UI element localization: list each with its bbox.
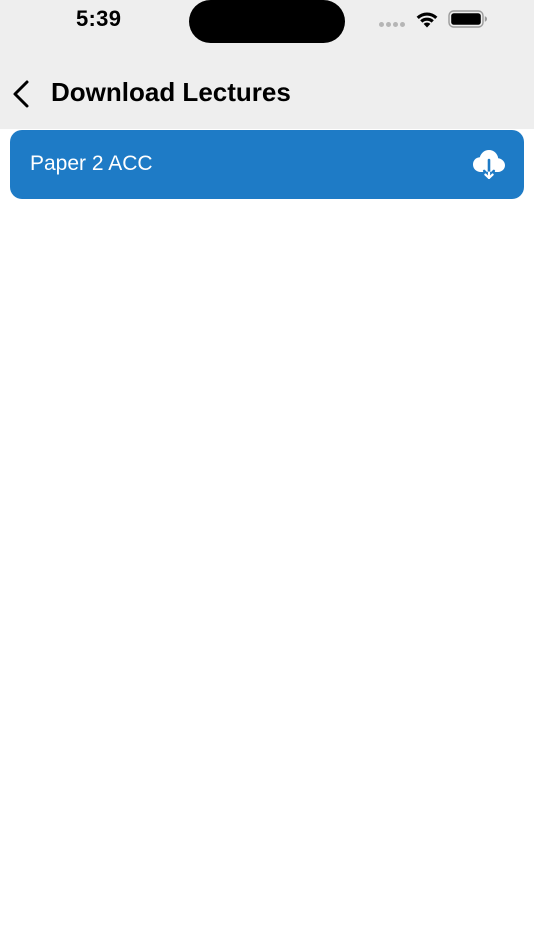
page-title: Download Lectures — [51, 77, 291, 107]
cellular-signal-icon — [379, 22, 407, 27]
cloud-download-icon — [473, 150, 505, 179]
chevron-left-icon — [13, 80, 29, 108]
dynamic-island — [189, 0, 345, 43]
top-header-area: 5:39 Download Lectures — [0, 0, 534, 129]
wifi-icon — [416, 12, 438, 28]
status-bar: 5:39 — [0, 0, 534, 44]
lecture-list: Paper 2 ACC — [10, 130, 524, 199]
status-time: 5:39 — [76, 6, 122, 31]
navigation-bar: Download Lectures — [0, 60, 534, 128]
back-button[interactable] — [4, 74, 38, 114]
battery-icon — [448, 10, 487, 28]
lecture-label: Paper 2 ACC — [30, 152, 153, 175]
download-button[interactable] — [470, 147, 508, 181]
list-item[interactable]: Paper 2 ACC — [10, 130, 524, 199]
